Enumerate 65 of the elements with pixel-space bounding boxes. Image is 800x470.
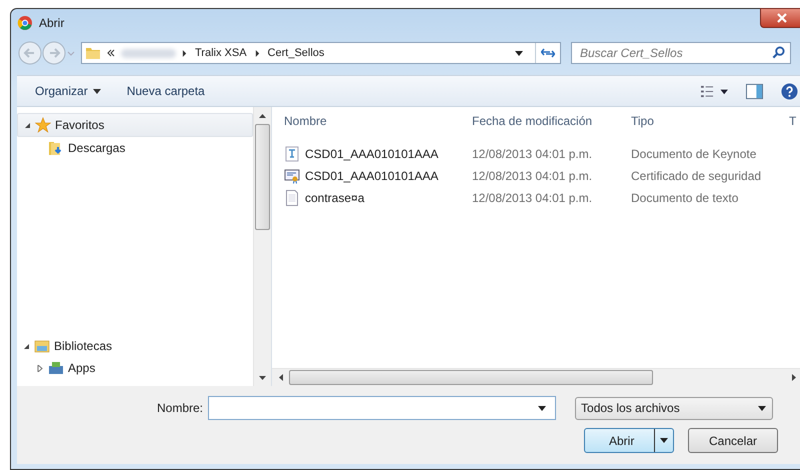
separator-icon — [182, 50, 187, 56]
file-name-label: Nombre: — [157, 401, 204, 415]
window-title: Abrir — [39, 16, 64, 30]
file-type-dropdown[interactable]: Todos los archivos — [575, 396, 774, 420]
tree-item[interactable]: Apps — [17, 357, 253, 379]
scroll-left-icon[interactable] — [278, 374, 282, 381]
help-icon[interactable] — [781, 82, 798, 100]
toolbar-button[interactable]: Nueva carpeta — [122, 84, 209, 98]
dropdown-icon[interactable] — [515, 50, 523, 56]
open-button[interactable]: Abrir — [584, 428, 674, 453]
expander-icon[interactable] — [24, 122, 31, 128]
downloads-folder-icon — [48, 140, 64, 156]
preview-pane-icon[interactable] — [746, 82, 763, 100]
column-header[interactable]: T — [789, 114, 796, 128]
tree-item[interactable]: Descargas — [17, 137, 253, 159]
close-icon — [776, 13, 786, 23]
library-folder-icon — [34, 338, 50, 354]
file-name: contrase¤a — [305, 191, 364, 205]
certificate-file-icon — [284, 168, 300, 184]
path-segment[interactable]: Cert_Sellos — [266, 47, 326, 59]
app-icon — [17, 15, 33, 31]
blurred-segment — [121, 48, 176, 58]
star-icon — [35, 117, 51, 133]
path-segment[interactable]: Tralix XSA — [193, 47, 249, 59]
scroll-right-icon[interactable] — [792, 374, 796, 381]
dropdown-icon — [660, 438, 668, 443]
apps-icon — [48, 360, 64, 376]
file-row[interactable]: contrase¤a 12/08/2013 04:01 p.m. Documento de texto — [272, 187, 795, 209]
type-cell-text: Documento de texto — [631, 191, 740, 205]
date-cell-text: 12/08/2013 04:01 p.m. — [472, 169, 594, 183]
close-button[interactable] — [760, 8, 800, 28]
column-header[interactable]: Tipo — [631, 114, 789, 128]
address-bar[interactable]: Tralix XSA Cert_Sellos — [81, 42, 561, 64]
toolbar-button[interactable]: Organizar — [31, 84, 105, 98]
date-cell-text: 12/08/2013 04:01 p.m. — [472, 191, 594, 205]
separator-icon — [254, 50, 260, 56]
date-cell-text: 12/08/2013 04:01 p.m. — [472, 147, 594, 161]
dropdown-icon — [758, 406, 766, 410]
column-header[interactable]: Nombre — [284, 114, 472, 128]
view-options-icon[interactable] — [700, 84, 728, 98]
file-name: CSD01_AAA010101AAA — [305, 169, 438, 183]
folder-icon — [85, 45, 101, 61]
overflow-icon[interactable] — [107, 49, 115, 57]
refresh-icon[interactable] — [541, 47, 555, 59]
expander-icon[interactable] — [23, 342, 30, 350]
keynote-file-icon — [284, 146, 300, 162]
scroll-down-icon[interactable] — [259, 376, 266, 380]
search-icon — [772, 46, 785, 59]
file-name-field[interactable] — [208, 396, 556, 420]
text-file-icon — [284, 190, 300, 206]
tree-item[interactable]: Bibliotecas — [17, 335, 253, 357]
column-header[interactable]: Fecha de modificación — [472, 114, 631, 128]
type-cell-text: Certificado de seguridad — [631, 169, 762, 183]
expander-icon[interactable] — [37, 364, 44, 372]
file-row[interactable]: CSD01_AAA010101AAA 12/08/2013 04:01 p.m. Certificado de seguridad — [272, 165, 795, 187]
search-field[interactable]: Buscar Cert_Sellos — [571, 42, 791, 64]
tree-item[interactable]: Favoritos — [17, 113, 253, 137]
file-name: CSD01_AAA010101AAA — [305, 147, 438, 161]
file-row[interactable]: CSD01_AAA010101AAA 12/08/2013 04:01 p.m. Documento de Keynote — [272, 143, 795, 165]
scroll-up-icon[interactable] — [259, 114, 266, 118]
vertical-scrollbar[interactable] — [253, 107, 271, 386]
type-cell-text: Documento de Keynote — [631, 147, 758, 161]
cancel-button[interactable]: Cancelar — [688, 428, 778, 453]
horizontal-scrollbar[interactable] — [272, 368, 800, 386]
dropdown-icon[interactable] — [538, 406, 546, 411]
